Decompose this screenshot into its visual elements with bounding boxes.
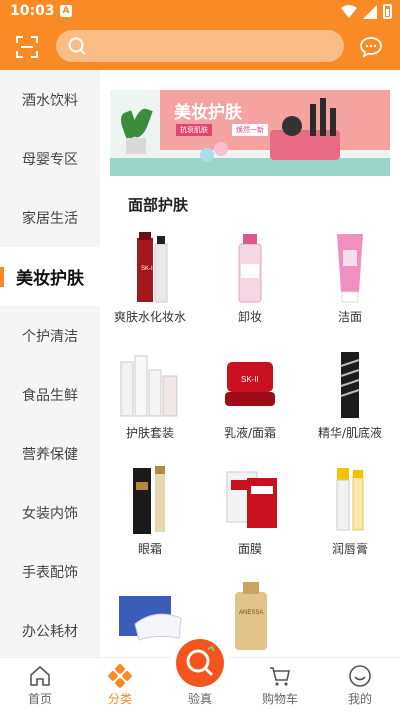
category-label: 爽肤水化妆水 xyxy=(113,310,186,324)
verify-icon xyxy=(186,645,215,677)
signal-icon xyxy=(363,4,377,19)
sidebar-item-baby[interactable]: 母婴专区 xyxy=(0,129,100,188)
sidebar-item-label: 手表配饰 xyxy=(22,564,78,581)
eye-mask-icon xyxy=(119,596,182,641)
category-item-face-mask[interactable]: 面膜 xyxy=(200,458,300,574)
nav-cart[interactable]: 购物车 xyxy=(240,658,320,711)
svg-text:SK-II: SK-II xyxy=(241,375,259,384)
sunscreen-icon: ANESSA xyxy=(235,582,267,650)
system-icons xyxy=(341,4,392,19)
status-bar: 10:03 A xyxy=(0,0,400,24)
verify-button-inner xyxy=(176,639,224,687)
search-input[interactable] xyxy=(56,30,344,62)
category-item-skincare-set[interactable]: 护肤套装 xyxy=(100,342,200,458)
category-sidebar: 酒水饮料 母婴专区 家居生活 美妆护肤 个护清洁 食品生鲜 营养保健 女装内饰 … xyxy=(0,70,100,657)
category-item-cleanser[interactable]: 洁面 xyxy=(300,226,400,342)
category-label: 面膜 xyxy=(237,542,262,556)
nav-profile[interactable]: 我的 xyxy=(320,658,400,711)
sidebar-item-label: 酒水饮料 xyxy=(22,92,78,109)
svg-text:SK-II: SK-II xyxy=(141,266,155,272)
notification-icon: A xyxy=(60,5,72,17)
verify-button[interactable] xyxy=(170,633,230,693)
category-item-eye-cream[interactable]: 眼霜 xyxy=(100,458,200,574)
sidebar-item-watches[interactable]: 手表配饰 xyxy=(0,542,100,601)
plant-pot xyxy=(126,138,146,154)
decor-ball xyxy=(214,142,228,156)
compact-product xyxy=(282,116,302,136)
sidebar-item-health[interactable]: 营养保健 xyxy=(0,424,100,483)
skincare-set-icon xyxy=(120,355,178,417)
face-mask-icon xyxy=(226,471,277,528)
category-label: 精华/肌底液 xyxy=(317,426,383,440)
sidebar-item-drinks[interactable]: 酒水饮料 xyxy=(0,70,100,129)
decor-ball xyxy=(200,148,214,162)
svg-text:ANESSA: ANESSA xyxy=(239,610,263,616)
sidebar-item-label: 女装内饰 xyxy=(22,505,78,522)
profile-icon xyxy=(349,665,371,687)
lip-balm-icon xyxy=(336,468,364,531)
sidebar-item-beauty[interactable]: 美妆护肤 xyxy=(0,247,100,306)
category-label: 卸妆 xyxy=(237,310,262,324)
search-icon xyxy=(68,37,86,55)
category-label: 润唇膏 xyxy=(331,542,368,556)
category-content: 美妆护肤 抗衰肌肤 焕然一新 面部护肤 SK-II 爽肤水化妆水 卸妆 洁面 护… xyxy=(100,70,400,657)
category-item-lip-balm[interactable]: 润唇膏 xyxy=(300,458,400,574)
wifi-icon xyxy=(341,4,357,18)
toner-bottle-icon: SK-II xyxy=(137,232,168,303)
sidebar-item-label: 家居生活 xyxy=(22,210,78,227)
sidebar-item-label: 母婴专区 xyxy=(22,151,78,168)
cart-icon xyxy=(270,667,290,686)
category-label: 护肤套装 xyxy=(125,426,174,440)
message-icon[interactable] xyxy=(360,36,382,58)
promo-banner[interactable]: 美妆护肤 抗衰肌肤 焕然一新 xyxy=(110,90,390,176)
nav-label: 分类 xyxy=(107,692,132,706)
plant-leaf xyxy=(129,106,153,140)
makeup-remover-icon xyxy=(238,234,262,303)
lipstick-product xyxy=(320,98,326,136)
sidebar-item-womens-wear[interactable]: 女装内饰 xyxy=(0,483,100,542)
banner-title: 美妆护肤 xyxy=(174,103,242,123)
cream-jar-icon: SK-II xyxy=(225,362,275,406)
banner-tag: 焕然一新 xyxy=(232,124,268,136)
app-header: 10:03 A xyxy=(0,0,400,70)
category-icon xyxy=(108,664,132,688)
home-icon xyxy=(30,665,50,686)
sidebar-item-label: 个护清洁 xyxy=(22,328,78,345)
category-label: 洁面 xyxy=(337,310,362,324)
nav-label: 我的 xyxy=(347,692,372,706)
battery-icon xyxy=(383,4,392,19)
cleanser-tube-icon xyxy=(337,234,363,303)
category-item-serum[interactable]: 精华/肌底液 xyxy=(300,342,400,458)
sidebar-item-label: 营养保健 xyxy=(22,446,78,463)
lipstick-product xyxy=(310,104,316,136)
sidebar-item-label: 食品生鲜 xyxy=(22,387,78,404)
banner-floor xyxy=(110,158,390,176)
scan-icon[interactable] xyxy=(16,36,38,58)
section-title: 面部护肤 xyxy=(128,196,189,214)
sidebar-item-food[interactable]: 食品生鲜 xyxy=(0,365,100,424)
category-item-cream[interactable]: SK-II 乳液/面霜 xyxy=(200,342,300,458)
nav-label: 首页 xyxy=(27,692,52,706)
sidebar-item-label: 办公耗材 xyxy=(22,623,78,640)
sidebar-item-office[interactable]: 办公耗材 xyxy=(0,601,100,660)
nav-category[interactable]: 分类 xyxy=(80,658,160,711)
status-time: 10:03 xyxy=(10,3,55,19)
category-item-toner[interactable]: SK-II 爽肤水化妆水 xyxy=(100,226,200,342)
banner-tag: 抗衰肌肤 xyxy=(176,124,212,136)
category-item-remover[interactable]: 卸妆 xyxy=(200,226,300,342)
sidebar-item-personal-care[interactable]: 个护清洁 xyxy=(0,306,100,365)
category-label: 眼霜 xyxy=(137,542,162,556)
category-label: 乳液/面霜 xyxy=(223,426,277,440)
eye-cream-icon xyxy=(133,466,165,534)
serum-bottle-icon xyxy=(340,352,360,418)
nav-home[interactable]: 首页 xyxy=(0,658,80,711)
sidebar-item-home[interactable]: 家居生活 xyxy=(0,188,100,247)
lipstick-product xyxy=(330,108,336,136)
sidebar-item-label: 美妆护肤 xyxy=(16,269,84,289)
nav-label: 购物车 xyxy=(261,692,298,706)
